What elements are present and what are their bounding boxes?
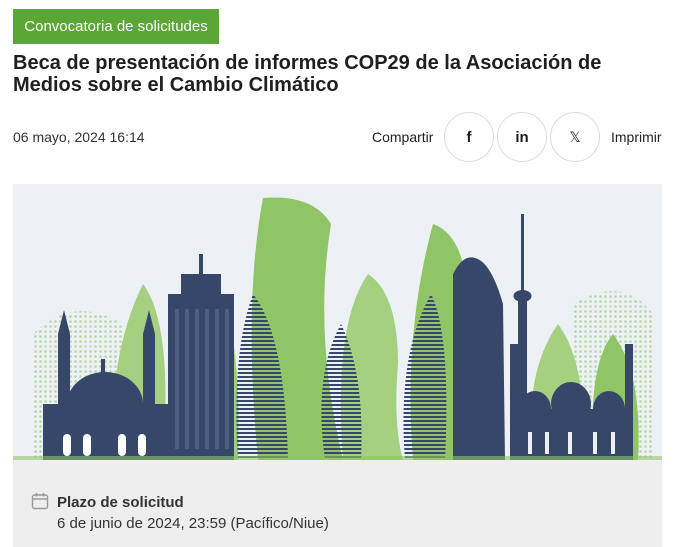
- deadline-panel: Plazo de solicitud 6 de junio de 2024, 2…: [13, 460, 662, 547]
- skyline-illustration: [13, 197, 662, 460]
- category-badge[interactable]: Convocatoria de solicitudes: [13, 9, 219, 44]
- x-share-button[interactable]: 𝕏: [550, 112, 600, 162]
- deadline-label: Plazo de solicitud: [57, 494, 184, 511]
- facebook-share-button[interactable]: f: [444, 112, 494, 162]
- deadline-value: 6 de junio de 2024, 23:59 (Pacífico/Niue…: [57, 515, 329, 532]
- x-icon: 𝕏: [569, 128, 581, 145]
- print-button[interactable]: Imprimir: [611, 129, 662, 145]
- linkedin-share-button[interactable]: in: [497, 112, 547, 162]
- calendar-icon: [31, 493, 49, 510]
- article-title: Beca de presentación de informes COP29 d…: [13, 52, 602, 96]
- linkedin-icon: in: [515, 128, 529, 146]
- share-label: Compartir: [372, 129, 434, 145]
- hero-image: [13, 184, 662, 460]
- facebook-icon: f: [466, 128, 472, 146]
- publish-date: 06 mayo, 2024 16:14: [13, 129, 145, 145]
